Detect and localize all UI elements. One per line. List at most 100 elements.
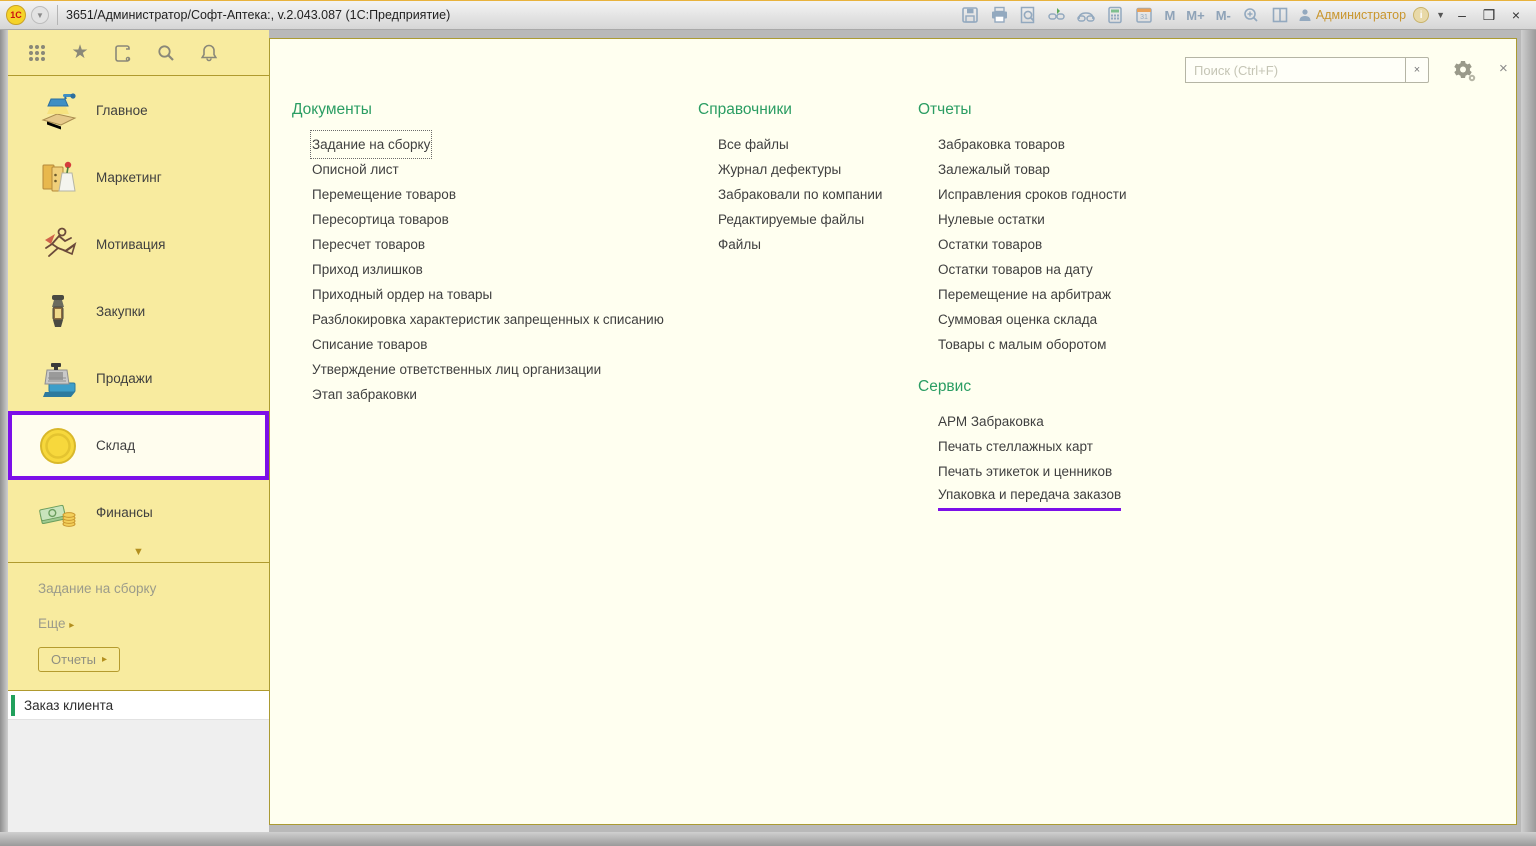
user-icon [1298, 8, 1312, 22]
menu-command[interactable]: Забраковка товаров [938, 132, 1065, 157]
sidebar-item-label: Склад [96, 438, 135, 453]
print-icon[interactable] [988, 4, 1010, 26]
menu-command[interactable]: Перемещение товаров [312, 182, 456, 207]
app-logo-1c-icon[interactable]: 1С [6, 5, 26, 25]
search-input[interactable] [1185, 57, 1405, 83]
memory-add-button[interactable]: M+ [1184, 4, 1206, 26]
favorites-star-icon[interactable]: ★ [69, 42, 91, 64]
sidebar-item-glavnoe[interactable]: Главное [8, 77, 269, 144]
settings-gear-icon[interactable] [1451, 59, 1477, 88]
section-reports: Отчеты Забраковка товаров Залежалый това… [918, 101, 1127, 514]
menu-command[interactable]: Залежалый товар [938, 157, 1050, 182]
menu-command[interactable]: Пересчет товаров [312, 232, 425, 257]
send-link-icon[interactable] [1075, 4, 1097, 26]
section-title[interactable]: Документы [292, 101, 664, 119]
sidebar-windows-area [8, 720, 269, 832]
menu-command[interactable]: Исправления сроков годности [938, 182, 1127, 207]
menu-command[interactable]: Все файлы [718, 132, 789, 157]
active-window-accent-bar [11, 695, 15, 716]
zoom-in-icon[interactable] [1240, 4, 1262, 26]
notifications-bell-icon[interactable] [198, 42, 220, 64]
menu-command[interactable]: Суммовая оценка склада [938, 307, 1097, 332]
more-menu[interactable]: Еще ▸ [38, 616, 269, 631]
menu-command[interactable]: Приход излишков [312, 257, 423, 282]
lantern-icon [34, 290, 82, 334]
menu-command[interactable]: Списание товаров [312, 332, 427, 357]
menu-command[interactable]: Остатки товаров на дату [938, 257, 1093, 282]
sidebar-item-finansy[interactable]: Финансы [8, 479, 269, 546]
menu-command[interactable]: Редактируемые файлы [718, 207, 864, 232]
print-preview-icon[interactable] [1017, 4, 1039, 26]
menu-command[interactable]: Этап забраковки [312, 382, 417, 407]
calculator-icon[interactable] [1104, 4, 1126, 26]
maximize-button[interactable]: ❒ [1479, 7, 1499, 24]
sidebar-nav: Главное Маркетинг Мотивация Закупки Прод… [8, 77, 269, 672]
dropdown-caret-icon[interactable]: ▼ [1436, 10, 1445, 20]
section-title[interactable]: Отчеты [918, 101, 1127, 119]
panel-close-icon[interactable]: × [1499, 60, 1508, 77]
menu-command[interactable]: Описной лист [312, 157, 399, 182]
minimize-button[interactable]: – [1452, 7, 1472, 23]
sidebar-tool-icons: ★ [8, 30, 269, 76]
search-clear-button[interactable]: × [1405, 57, 1429, 83]
current-user-button[interactable]: Администратор [1298, 8, 1406, 22]
window-frame-right [1521, 30, 1536, 846]
attach-link-icon[interactable] [1046, 4, 1068, 26]
menu-command[interactable]: Печать этикеток и ценников [938, 459, 1112, 484]
memory-recall-button[interactable]: M [1162, 4, 1177, 26]
sidebar-item-prodazhi[interactable]: Продажи [8, 345, 269, 412]
open-window-item[interactable]: Заказ клиента [8, 691, 269, 720]
menu-command[interactable]: Файлы [718, 232, 761, 257]
titlebar-separator [57, 5, 58, 25]
sidebar-item-label: Главное [96, 103, 148, 118]
menu-command[interactable]: Перемещение на арбитраж [938, 282, 1111, 307]
search-icon[interactable] [155, 42, 177, 64]
money-icon [34, 491, 82, 535]
menu-command[interactable]: АРМ Забраковка [938, 409, 1044, 434]
sidebar-item-motivatsiya[interactable]: Мотивация [8, 211, 269, 278]
close-button[interactable]: × [1506, 7, 1526, 23]
menu-command-highlighted[interactable]: Упаковка и передача заказов [938, 484, 1121, 511]
open-form-link[interactable]: Задание на сборку [38, 581, 269, 596]
sidebar-item-sklad[interactable]: Склад [8, 411, 269, 480]
history-scroll-icon[interactable] [112, 42, 134, 64]
sidebar: ★ Главное Маркетинг Мотивация [8, 30, 269, 832]
books-flower-icon [34, 156, 82, 200]
section-service: Сервис АРМ Забраковка Печать стеллажных … [918, 378, 1127, 511]
sidebar-item-label: Финансы [96, 505, 153, 520]
menu-grid-icon[interactable] [26, 42, 48, 64]
info-icon[interactable]: i [1413, 7, 1429, 23]
system-menu-caret-icon[interactable]: ▼ [31, 6, 49, 24]
save-icon[interactable] [959, 4, 981, 26]
menu-command[interactable]: Остатки товаров [938, 232, 1042, 257]
function-menu-panel: × × Документы Задание на сборку Описной … [269, 38, 1517, 825]
window-title: 3651/Администратор/Софт-Аптека:, v.2.043… [66, 8, 450, 22]
menu-command[interactable]: Задание на сборку [312, 132, 430, 157]
memory-subtract-button[interactable]: M- [1214, 4, 1233, 26]
caret-right-icon: ▸ [102, 654, 107, 665]
caret-right-icon: ▸ [69, 620, 74, 631]
menu-command[interactable]: Забраковали по компании [718, 182, 882, 207]
sections-expand-chevron-icon[interactable]: ▼ [8, 546, 269, 562]
runner-icon [34, 223, 82, 267]
calendar-icon[interactable]: 31 [1133, 4, 1155, 26]
menu-command[interactable]: Журнал дефектуры [718, 157, 841, 182]
section-documents: Документы Задание на сборку Описной лист… [292, 101, 664, 407]
section-title[interactable]: Сервис [918, 378, 1127, 396]
menu-command[interactable]: Пересортица товаров [312, 207, 449, 232]
section-title[interactable]: Справочники [698, 101, 882, 119]
titlebar-toolbar: 31 M M+ M- Администратор i ▼ – ❒ × [959, 4, 1536, 26]
menu-command[interactable]: Нулевые остатки [938, 207, 1045, 232]
menu-command[interactable]: Товары с малым оборотом [938, 332, 1106, 357]
sidebar-item-marketing[interactable]: Маркетинг [8, 144, 269, 211]
svg-text:31: 31 [1141, 14, 1149, 21]
coin-icon [34, 424, 82, 468]
reports-menu-button[interactable]: Отчеты ▸ [38, 647, 120, 672]
sidebar-item-zakupki[interactable]: Закупки [8, 278, 269, 345]
menu-command[interactable]: Печать стеллажных карт [938, 434, 1093, 459]
menu-command[interactable]: Приходный ордер на товары [312, 282, 492, 307]
user-name: Администратор [1316, 8, 1406, 22]
menu-command[interactable]: Разблокировка характеристик запрещенных … [312, 307, 664, 332]
menu-command[interactable]: Утверждение ответственных лиц организаци… [312, 357, 601, 382]
split-window-icon[interactable] [1269, 4, 1291, 26]
